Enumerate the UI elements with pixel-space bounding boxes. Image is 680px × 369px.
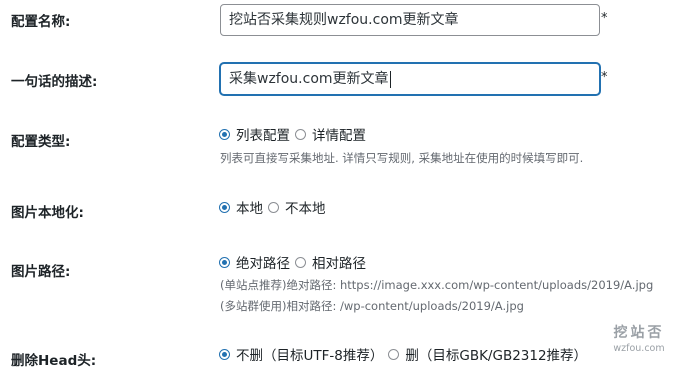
radio-unchecked-icon[interactable] <box>388 348 400 360</box>
image-path-help-absolute: (单站点推荐)绝对路径: https://image.xxx.com/wp-co… <box>220 278 654 292</box>
config-name-required-mark: * <box>601 11 608 26</box>
config-name-input[interactable]: 挖站否采集规则wzfou.com更新文章 <box>220 4 600 36</box>
image-localize-option-local-label: 本地 <box>236 201 263 217</box>
image-path-radio-group: 绝对路径 相对路径 <box>219 252 371 272</box>
config-type-option-detail[interactable]: 详情配置 <box>295 124 366 144</box>
radio-unchecked-icon[interactable] <box>268 201 279 213</box>
config-name-label: 配置名称: <box>11 14 71 30</box>
watermark-url: wzfou.com <box>613 343 665 354</box>
description-value: 采集wzfou.com更新文章 <box>229 71 389 87</box>
radio-checked-icon[interactable] <box>219 128 230 140</box>
remove-head-option-keep-label: 不删（目标UTF-8推荐） <box>236 348 384 364</box>
radio-checked-icon[interactable] <box>219 256 230 268</box>
config-type-option-list[interactable]: 列表配置 <box>219 124 290 144</box>
image-path-label: 图片路径: <box>11 264 71 280</box>
config-type-option-detail-label: 详情配置 <box>312 128 366 144</box>
text-caret <box>389 70 391 88</box>
config-name-value: 挖站否采集规则wzfou.com更新文章 <box>229 12 459 28</box>
remove-head-option-remove[interactable]: 删（目标GBK/GB2312推荐） <box>388 344 587 364</box>
config-type-option-list-label: 列表配置 <box>236 128 290 144</box>
radio-unchecked-icon[interactable] <box>295 128 306 140</box>
radio-checked-icon[interactable] <box>219 201 230 213</box>
remove-head-option-keep[interactable]: 不删（目标UTF-8推荐） <box>219 344 383 364</box>
image-path-option-absolute[interactable]: 绝对路径 <box>219 252 290 272</box>
image-path-option-relative-label: 相对路径 <box>312 256 366 272</box>
description-required-mark: * <box>601 70 608 85</box>
image-localize-label: 图片本地化: <box>11 205 84 221</box>
radio-checked-icon[interactable] <box>219 348 230 360</box>
radio-unchecked-icon[interactable] <box>295 256 306 268</box>
description-input[interactable]: 采集wzfou.com更新文章 <box>220 63 600 95</box>
site-watermark: 挖站否 wzfou.com <box>606 322 672 354</box>
remove-head-label: 删除Head头: <box>11 353 97 369</box>
config-type-radio-group: 列表配置 详情配置 <box>219 124 371 144</box>
image-localize-option-remote[interactable]: 不本地 <box>268 197 326 217</box>
image-path-option-relative[interactable]: 相对路径 <box>295 252 366 272</box>
image-path-help-relative: (多站群使用)相对路径: /wp-content/uploads/2019/A.… <box>220 299 524 313</box>
config-type-label: 配置类型: <box>11 134 71 150</box>
description-label: 一句话的描述: <box>11 74 98 90</box>
config-type-help-text: 列表可直接写采集地址. 详情只写规则, 采集地址在使用的时候填写即可. <box>220 151 584 165</box>
image-localize-option-local[interactable]: 本地 <box>219 197 263 217</box>
image-path-option-absolute-label: 绝对路径 <box>236 256 290 272</box>
remove-head-option-remove-label: 删（目标GBK/GB2312推荐） <box>405 348 588 364</box>
image-localize-option-remote-label: 不本地 <box>285 201 326 217</box>
watermark-title: 挖站否 <box>613 325 665 341</box>
remove-head-radio-group: 不删（目标UTF-8推荐） 删（目标GBK/GB2312推荐） <box>219 344 592 364</box>
image-localize-radio-group: 本地 不本地 <box>219 197 331 217</box>
